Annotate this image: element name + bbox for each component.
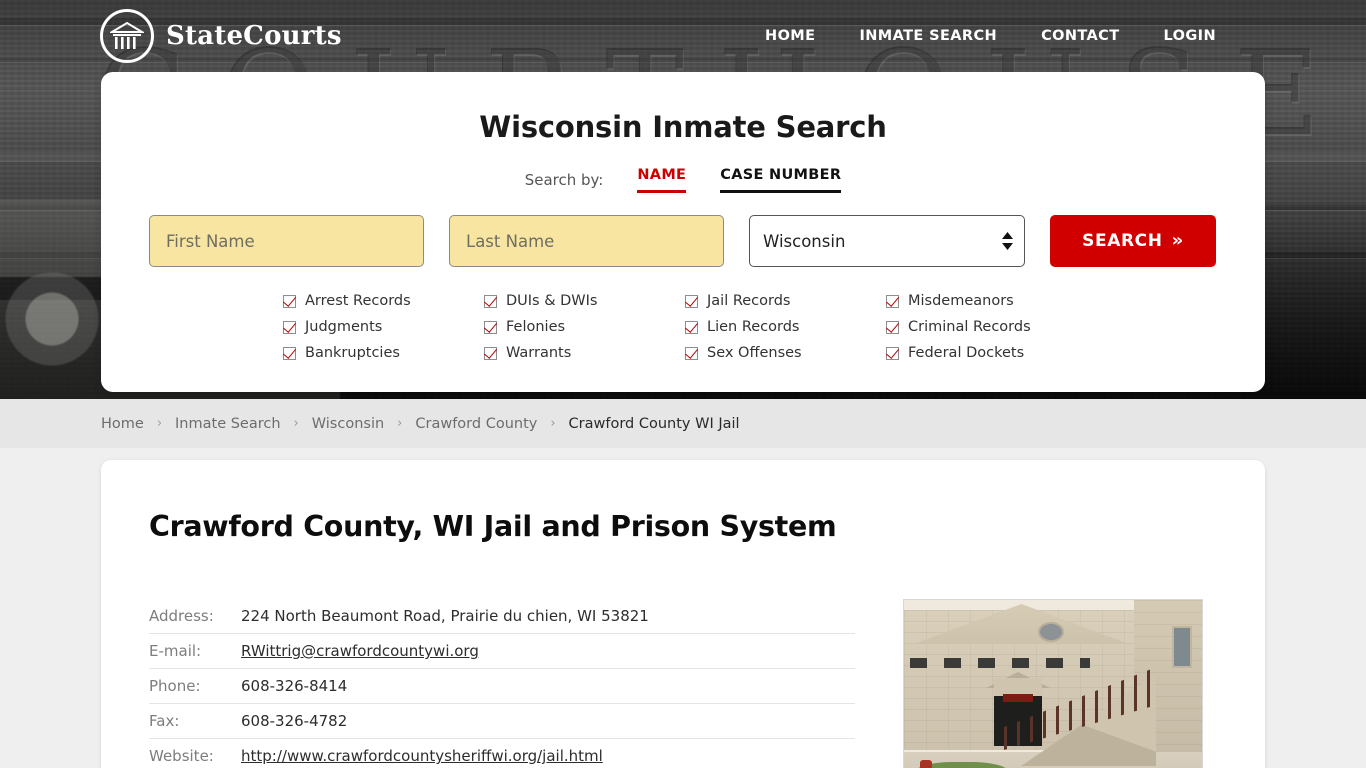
site-logo-text: StateCourts xyxy=(166,21,342,51)
checked-checkbox-icon[interactable] xyxy=(484,346,497,360)
state-select-wrapper: Wisconsin xyxy=(749,215,1025,267)
checked-checkbox-icon[interactable] xyxy=(484,320,497,334)
info-label: E-mail: xyxy=(149,642,202,660)
table-row: E-mail: RWittrig@crawfordcountywi.org xyxy=(149,634,855,669)
photo-round-window xyxy=(1038,622,1064,642)
page-title: Crawford County, WI Jail and Prison Syst… xyxy=(149,510,837,543)
chevron-right-icon: › xyxy=(156,416,163,431)
jail-detail-card: Crawford County, WI Jail and Prison Syst… xyxy=(101,460,1265,768)
record-type-label: DUIs & DWIs xyxy=(506,293,598,309)
record-type-bankruptcies[interactable]: Bankruptcies xyxy=(283,345,484,361)
breadcrumb: Home › Inmate Search › Wisconsin › Crawf… xyxy=(0,399,1366,448)
record-type-label: Arrest Records xyxy=(305,293,411,309)
photo-wing-window xyxy=(1172,626,1192,668)
search-by-row: Search by: NAME CASE NUMBER xyxy=(149,167,1217,193)
checked-checkbox-icon[interactable] xyxy=(484,294,497,308)
checked-checkbox-icon[interactable] xyxy=(283,320,296,334)
breadcrumb-item-home[interactable]: Home xyxy=(101,416,144,432)
breadcrumb-item-current: Crawford County WI Jail xyxy=(568,415,740,432)
courthouse-circle-icon xyxy=(100,9,154,63)
record-type-label: Sex Offenses xyxy=(707,345,802,361)
record-type-label: Bankruptcies xyxy=(305,345,400,361)
nav-item-inmate-search[interactable]: INMATE SEARCH xyxy=(859,28,997,44)
breadcrumb-item-crawford-county[interactable]: Crawford County xyxy=(415,416,537,432)
checked-checkbox-icon[interactable] xyxy=(685,320,698,334)
first-name-input[interactable] xyxy=(149,215,424,267)
info-value-address: 224 North Beaumont Road, Prairie du chie… xyxy=(241,607,649,625)
record-type-warrants[interactable]: Warrants xyxy=(484,345,685,361)
nav-item-login[interactable]: LOGIN xyxy=(1164,28,1216,44)
site-logo[interactable]: StateCourts xyxy=(100,9,342,63)
double-chevron-right-icon: » xyxy=(1171,230,1184,251)
checked-checkbox-icon[interactable] xyxy=(886,294,899,308)
record-type-arrest-records[interactable]: Arrest Records xyxy=(283,293,484,309)
state-select[interactable]: Wisconsin xyxy=(749,215,1025,267)
breadcrumb-item-inmate-search[interactable]: Inmate Search xyxy=(175,416,281,432)
record-type-label: Criminal Records xyxy=(908,319,1031,335)
info-label: Address: xyxy=(149,607,214,625)
info-value-website[interactable]: http://www.crawfordcountysheriffwi.org/j… xyxy=(241,747,603,765)
search-by-label: Search by: xyxy=(524,171,604,189)
record-type-list: Arrest Records DUIs & DWIs Jail Records … xyxy=(149,293,1217,361)
record-type-label: Felonies xyxy=(506,319,566,335)
record-type-federal-dockets[interactable]: Federal Dockets xyxy=(886,345,1087,361)
breadcrumb-item-wisconsin[interactable]: Wisconsin xyxy=(312,416,384,432)
main-nav: HOME INMATE SEARCH CONTACT LOGIN xyxy=(765,28,1216,44)
search-button-label: SEARCH xyxy=(1082,231,1163,251)
info-value-email[interactable]: RWittrig@crawfordcountywi.org xyxy=(241,642,479,660)
record-type-label: Federal Dockets xyxy=(908,345,1025,361)
nav-item-home[interactable]: HOME xyxy=(765,28,815,44)
photo-narrow-windows xyxy=(910,658,1090,668)
record-type-label: Jail Records xyxy=(707,293,791,309)
search-form: Wisconsin SEARCH » xyxy=(149,215,1217,267)
record-type-misdemeanors[interactable]: Misdemeanors xyxy=(886,293,1087,309)
record-type-judgments[interactable]: Judgments xyxy=(283,319,484,335)
jail-info-table: Address: 224 North Beaumont Road, Prairi… xyxy=(149,599,855,768)
jail-detail-body: Address: 224 North Beaumont Road, Prairi… xyxy=(149,599,1217,768)
photo-flowerbed xyxy=(920,760,932,768)
checked-checkbox-icon[interactable] xyxy=(685,346,698,360)
record-type-lien-records[interactable]: Lien Records xyxy=(685,319,886,335)
record-type-felonies[interactable]: Felonies xyxy=(484,319,685,335)
record-type-label: Lien Records xyxy=(707,319,800,335)
checked-checkbox-icon[interactable] xyxy=(685,294,698,308)
info-value-phone: 608-326-8414 xyxy=(241,677,348,695)
info-label: Website: xyxy=(149,747,214,765)
checked-checkbox-icon[interactable] xyxy=(886,320,899,334)
chevron-right-icon: › xyxy=(293,416,299,431)
checked-checkbox-icon[interactable] xyxy=(283,294,296,308)
site-header: COURTHOUSE StateCourts HOME INMATE SEARC… xyxy=(0,0,1366,399)
tab-name[interactable]: NAME xyxy=(637,167,687,193)
chevron-right-icon: › xyxy=(397,416,403,431)
header-bar: StateCourts HOME INMATE SEARCH CONTACT L… xyxy=(0,0,1366,72)
checked-checkbox-icon[interactable] xyxy=(886,346,899,360)
table-row: Fax: 608-326-4782 xyxy=(149,704,855,739)
chevron-right-icon: › xyxy=(550,416,556,431)
record-type-sex-offenses[interactable]: Sex Offenses xyxy=(685,345,886,361)
record-type-duis-dwis[interactable]: DUIs & DWIs xyxy=(484,293,685,309)
nav-item-contact[interactable]: CONTACT xyxy=(1041,28,1119,44)
table-row: Website: http://www.crawfordcountysherif… xyxy=(149,739,855,768)
info-label: Phone: xyxy=(149,677,201,695)
search-card-title: Wisconsin Inmate Search xyxy=(479,110,887,144)
main-content: Crawford County, WI Jail and Prison Syst… xyxy=(0,448,1366,768)
info-value-fax: 608-326-4782 xyxy=(241,712,348,730)
tab-case-number[interactable]: CASE NUMBER xyxy=(720,167,842,193)
record-type-label: Misdemeanors xyxy=(908,293,1014,309)
record-type-label: Judgments xyxy=(305,319,383,335)
search-button[interactable]: SEARCH » xyxy=(1050,215,1216,267)
table-row: Phone: 608-326-8414 xyxy=(149,669,855,704)
photo-sheriff-sign xyxy=(1003,694,1033,702)
jail-building-photo xyxy=(903,599,1203,768)
inmate-search-card: Wisconsin Inmate Search Search by: NAME … xyxy=(101,72,1265,392)
last-name-input[interactable] xyxy=(449,215,724,267)
info-label: Fax: xyxy=(149,712,180,730)
record-type-criminal-records[interactable]: Criminal Records xyxy=(886,319,1087,335)
table-row: Address: 224 North Beaumont Road, Prairi… xyxy=(149,599,855,634)
record-type-jail-records[interactable]: Jail Records xyxy=(685,293,886,309)
record-type-label: Warrants xyxy=(506,345,572,361)
checked-checkbox-icon[interactable] xyxy=(283,346,296,360)
